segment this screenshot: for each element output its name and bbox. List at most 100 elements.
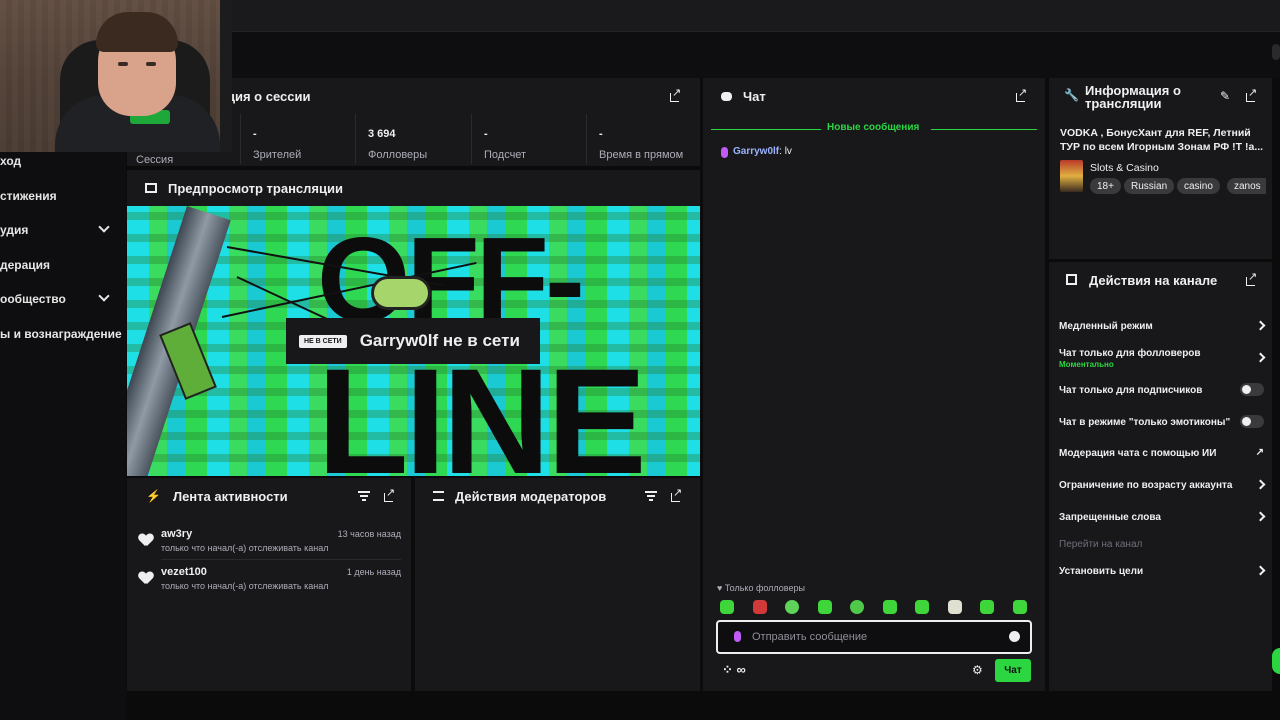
- stat-value: -: [484, 128, 488, 140]
- emote-icon[interactable]: [850, 600, 864, 614]
- activity-header: ⚡ Лента активности: [127, 478, 411, 514]
- tag[interactable]: Russian: [1124, 178, 1175, 194]
- stream-title-text: VODKA , БонусХант для REF, Летний ТУР по…: [1060, 127, 1264, 153]
- activity-user[interactable]: aw3ry: [161, 528, 192, 540]
- action-go-to-channel: Перейти на канал: [1059, 539, 1264, 550]
- chat-panel: Чат Новые сообщения Garryw0lf: lv ♥ Толь…: [703, 78, 1045, 691]
- chat-input-box[interactable]: [716, 620, 1032, 654]
- channel-actions-title: Действия на канале: [1089, 273, 1218, 288]
- nav-item-label: ообщество: [0, 292, 66, 306]
- nav-item-label: стижения: [0, 189, 57, 203]
- nav-item-4[interactable]: ообщество: [0, 282, 126, 316]
- popout-icon[interactable]: [384, 486, 395, 502]
- offline-tag: НЕ В СЕТИ: [299, 334, 347, 348]
- action-label: Запрещенные слова: [1059, 512, 1161, 523]
- action-ai-moderation[interactable]: Модерация чата с помощью ИИ ↗: [1059, 447, 1264, 459]
- stream-info-panel: 🔧 Информация о трансляции ✎ VODKA , Бону…: [1049, 78, 1272, 259]
- nav-item-2[interactable]: удия: [0, 213, 126, 247]
- emote-icon[interactable]: [753, 600, 767, 614]
- heart-icon: [139, 534, 153, 548]
- stat-label: Зрителей: [253, 149, 302, 161]
- nav-item-1[interactable]: стижения: [0, 179, 126, 213]
- mod-actions-panel: Действия модераторов: [415, 478, 700, 691]
- tag[interactable]: 18+: [1090, 178, 1121, 194]
- offline-badge: НЕ В СЕТИ Garryw0lf не в сети: [286, 318, 540, 364]
- popout-icon[interactable]: [670, 86, 681, 102]
- preview-bg-text: LINE: [317, 337, 647, 476]
- stat-label: Фолловеры: [368, 149, 428, 161]
- emote-icon[interactable]: [818, 600, 832, 614]
- activity-panel: ⚡ Лента активности aw3ry 13 часов назад …: [127, 478, 411, 691]
- chevron-right-icon: [1255, 320, 1266, 331]
- emote-icon[interactable]: [915, 600, 929, 614]
- filter-icon[interactable]: [358, 491, 370, 501]
- action-set-goals[interactable]: Установить цели: [1059, 565, 1266, 577]
- stat-label: Сессия: [136, 154, 174, 166]
- scrollbar-handle[interactable]: [1272, 44, 1280, 60]
- action-sublabel: Моментально: [1059, 360, 1114, 369]
- notification-indicator[interactable]: [1272, 648, 1280, 674]
- popout-icon[interactable]: [1246, 270, 1257, 286]
- mod-actions-header: Действия модераторов: [415, 478, 700, 514]
- new-messages-label: Новые сообщения: [827, 122, 920, 133]
- mic-badge-icon: [721, 147, 728, 158]
- activity-user[interactable]: vezet100: [161, 566, 207, 578]
- followers-only-notice: ♥ Только фолловеры: [717, 583, 805, 593]
- category-name[interactable]: Slots & Casino: [1090, 162, 1159, 174]
- chat-user[interactable]: Garryw0lf: [733, 146, 779, 157]
- emote-icon[interactable]: [883, 600, 897, 614]
- wrench-icon: 🔧: [1064, 88, 1079, 102]
- action-slow-mode[interactable]: Медленный режим: [1059, 320, 1266, 332]
- nav-item-label: удия: [0, 223, 29, 237]
- emote-icon[interactable]: [720, 600, 734, 614]
- chat-send-button[interactable]: Чат: [995, 659, 1031, 682]
- webcam-overlay: [0, 0, 232, 152]
- followers-only-label: Только фолловеры: [724, 583, 805, 593]
- popout-icon[interactable]: [671, 486, 682, 502]
- stat-value: 3 694: [368, 128, 396, 140]
- emote-icon[interactable]: [980, 600, 994, 614]
- edit-icon[interactable]: ✎: [1220, 89, 1230, 103]
- action-label: Чат только для подписчиков: [1059, 385, 1203, 396]
- action-label: Модерация чата с помощью ИИ: [1059, 448, 1217, 459]
- stat-label: Подсчет: [484, 149, 527, 161]
- new-messages-divider[interactable]: Новые сообщения: [711, 122, 1037, 136]
- action-blocked-words[interactable]: Запрещенные слова: [1059, 511, 1266, 523]
- divider: [161, 559, 401, 560]
- session-title: ция о сессии: [227, 88, 311, 104]
- popout-icon[interactable]: [1246, 86, 1257, 102]
- action-label: Ограничение по возрасту аккаунта: [1059, 480, 1233, 491]
- tag[interactable]: zanos: [1227, 178, 1266, 194]
- chat-input[interactable]: [752, 629, 992, 645]
- category-thumbnail[interactable]: [1060, 160, 1083, 192]
- emoji-icon[interactable]: [1009, 631, 1020, 642]
- preview-title: Предпросмотр трансляции: [168, 180, 343, 196]
- channel-points[interactable]: ⁘ ∞: [722, 662, 746, 678]
- mic-icon: [734, 631, 741, 642]
- emote-icon[interactable]: [948, 600, 962, 614]
- action-followers-only[interactable]: Чат только для фолловеров Моментально: [1059, 348, 1266, 370]
- action-label: Медленный режим: [1059, 321, 1153, 332]
- activity-item: aw3ry 13 часов назад только что начал(-а…: [139, 528, 401, 562]
- nav-item-3[interactable]: дерация: [0, 248, 126, 282]
- chevron-down-icon: [98, 221, 110, 233]
- tag[interactable]: casino: [1177, 178, 1220, 194]
- emote-icon[interactable]: [785, 600, 799, 614]
- heart-icon: ♥: [717, 583, 723, 593]
- subscribers-only-toggle[interactable]: [1240, 383, 1264, 396]
- external-link-icon: ↗: [1255, 447, 1264, 458]
- gear-icon[interactable]: ⚙: [972, 663, 983, 677]
- activity-desc: только что начал(-а) отслеживать канал: [161, 581, 329, 591]
- emote-icon[interactable]: [1013, 600, 1027, 614]
- filter-icon[interactable]: [645, 491, 657, 501]
- nav-item-5[interactable]: ы и вознаграждение: [0, 317, 126, 351]
- chat-message: Garryw0lf: lv: [721, 146, 792, 158]
- chat-header: Чат: [703, 78, 1045, 114]
- action-account-age[interactable]: Ограничение по возрасту аккаунта: [1059, 479, 1266, 491]
- popout-icon[interactable]: [1016, 86, 1027, 102]
- lamp-illustration: [371, 276, 431, 310]
- activity-title: Лента активности: [172, 488, 288, 504]
- emote-only-toggle[interactable]: [1240, 415, 1264, 428]
- preview-header: Предпросмотр трансляции: [127, 170, 700, 206]
- nav-item-label: ы и вознаграждение: [0, 327, 122, 341]
